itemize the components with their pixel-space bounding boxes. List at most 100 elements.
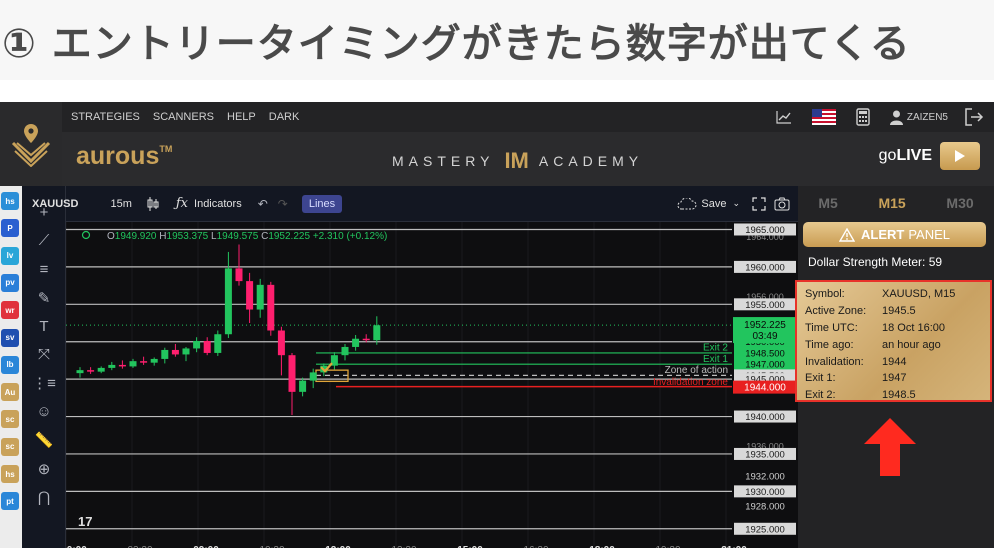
candle-body [140,361,148,363]
us-flag-icon[interactable] [811,109,836,125]
nav-dark[interactable]: DARK [269,111,300,123]
candle-body [224,268,232,335]
info-row-time-utc: Time UTC: 18 Oct 16:00 [805,321,945,334]
indicators-icon[interactable]: ƒx [176,196,188,211]
shortcut-lb-icon[interactable]: lb [1,355,19,374]
price-label: 1960.000 [745,262,785,273]
im-monogram: IM [504,148,529,173]
candle-body [246,281,254,310]
price-label: 1925.000 [745,524,785,535]
user-menu[interactable]: ZAIZEN5 [889,110,948,125]
golive-control[interactable]: goLIVE [879,142,980,170]
fib-icon[interactable]: ≡ [34,259,54,279]
redo-icon[interactable]: ↷ [278,197,288,211]
screenshot-root: ① エントリータイミングがきたら数字が出てくる STRATEGIES SCANN… [0,0,994,548]
nav-scanners[interactable]: SCANNERS [153,111,214,123]
tab-m30[interactable]: M30 [946,195,973,211]
shortcut-wr-icon[interactable]: wr [1,301,19,320]
candle-body [171,349,179,355]
calculator-icon[interactable] [856,108,870,126]
emoji-icon[interactable]: ☺ [34,402,54,422]
candle-body [373,325,381,341]
red-up-arrow-icon [864,418,916,476]
candle-body [108,364,116,368]
nav-strategies[interactable]: STRATEGIES [71,111,140,123]
trendline-icon[interactable]: ⟋ [34,231,54,251]
aurous-logo[interactable] [0,102,62,186]
mastery-word: MASTERY [392,153,495,169]
current-time-label: 03:49 [752,331,777,342]
crown-logo-icon [11,124,51,167]
save-label: Save [701,197,727,210]
shortcut-lv-icon[interactable]: lv [1,246,19,265]
camera-icon[interactable] [774,197,790,211]
price-label: 1940.000 [745,412,785,423]
logout-icon[interactable] [964,108,984,126]
candle-body [267,284,275,331]
shortcut-sc-icon[interactable]: sc [1,437,19,456]
ruler-icon[interactable]: 📏 [34,430,54,450]
undo-icon[interactable]: ↶ [258,197,268,211]
save-control[interactable]: Save ⌄ [677,197,740,210]
invalidation-zone-label: Invalidation zone [653,377,728,388]
magnet-icon[interactable]: ⋂ [34,487,54,507]
invalidation-price-label: 1944.000 [744,383,786,394]
alert-word: ALERT [860,227,905,242]
top-nav-right: ZAIZEN5 [766,102,994,132]
candle-body [277,330,285,356]
candle-body [76,370,84,374]
shortcut-p-icon[interactable]: P [1,219,19,238]
cloud-icon [677,197,697,210]
candle-body [256,284,264,310]
lines-button[interactable]: Lines [301,194,343,213]
shortcut-sv-icon[interactable]: sv [1,328,19,347]
price-label: 1928.000 [745,501,785,512]
price-chart[interactable]: Exit 2 Exit 1 Zone of action Invalidation z… [66,222,798,548]
headline-banner: ① エントリータイミングがきたら数字が出てくる [0,0,994,80]
shortcut-hs-icon[interactable]: hs [1,192,19,210]
nav-help[interactable]: HELP [227,111,256,123]
dollar-strength-meter: Dollar Strength Meter: 59 [808,255,943,269]
fullscreen-icon[interactable] [752,196,766,211]
tab-m5[interactable]: M5 [818,195,837,211]
info-row-symbol: Symbol: XAUUSD, M15 [805,288,956,301]
drawing-tools: + ⟋ ≡ ✎ T ⤧ ⋮≡ ☺ 📏 ⊕ ⋂ [22,186,66,548]
chart-toolbar: XAUUSD 15m ƒx Indicators ↶ ↷ Lines Save … [32,186,798,222]
panel-word: PANEL [908,227,950,242]
indicators-button[interactable]: Indicators [194,198,242,210]
timeframe-selector[interactable]: 15m [110,198,131,210]
shortcut-au-icon[interactable]: Au [1,383,19,402]
exit2-label: Exit 2 [703,343,728,354]
candlestick-chart[interactable]: Exit 2Exit 1Zone of actionInvalidation z… [66,222,798,548]
pattern-icon[interactable]: ⤧ [34,345,54,365]
price-label: 1955.000 [745,300,785,311]
shortcut-hs-icon[interactable]: hs [1,465,19,483]
candle-body [182,348,190,355]
info-row-exit1: Exit 1: 1947 [805,372,907,385]
brush-icon[interactable]: ✎ [34,288,54,308]
ohlc-legend: O1949.920 H1953.375 L1949.575 C1952.225 … [107,231,387,242]
brand-bar: aurousTM MASTERY IM ACADEMY goLIVE [62,132,994,186]
zone-of-action-label: Zone of action [665,365,728,376]
symbol-name[interactable]: XAUUSD [32,198,78,210]
shortcut-pv-icon[interactable]: pv [1,273,19,292]
price-label: 1932.000 [745,471,785,482]
line-chart-icon[interactable] [776,110,792,124]
candle-body [299,380,307,392]
brand-wordmark: aurousTM [76,142,173,170]
candle-style-icon[interactable] [146,196,160,212]
tab-m15[interactable]: M15 [878,195,905,211]
shortcut-sc-icon[interactable]: sc [1,410,19,429]
timeframe-tabs: M5 M15 M30 [798,186,994,220]
zoom-icon[interactable]: ⊕ [34,459,54,479]
measure-lines-icon[interactable]: ⋮≡ [32,373,56,393]
alert-panel-button[interactable]: ALERT PANEL [803,222,986,247]
play-button[interactable] [940,142,980,170]
signal-info-box: Symbol: XAUUSD, M15 Active Zone: 1945.5 Ti… [795,280,992,402]
academy-word: ACADEMY [538,153,644,169]
candle-body [309,372,317,381]
candle-body [352,338,360,347]
text-icon[interactable]: T [34,316,54,336]
shortcut-pt-icon[interactable]: pt [1,492,19,511]
chevron-down-icon[interactable]: ⌄ [732,198,740,209]
